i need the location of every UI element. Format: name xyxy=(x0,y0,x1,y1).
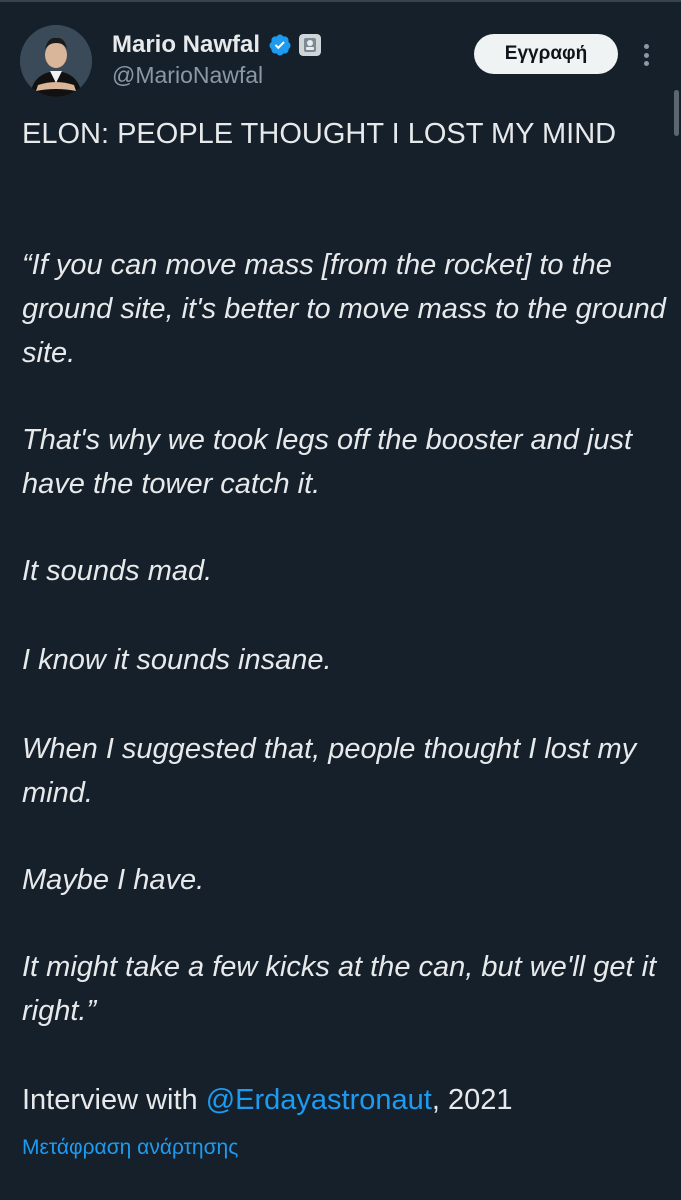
author-name[interactable]: Mario Nawfal xyxy=(112,31,260,59)
affiliate-badge-icon xyxy=(299,34,322,56)
tweet-header: Mario Nawfal @MarioNawfal Εγγραφή xyxy=(0,22,681,102)
avatar[interactable] xyxy=(20,25,92,97)
tweet-title: ELON: PEOPLE THOUGHT I LOST MY MIND xyxy=(22,118,617,150)
tweet-paragraph: When I suggested that, people thought I … xyxy=(22,733,637,809)
tweet-paragraph: I know it sounds insane. xyxy=(22,644,332,676)
credit-prefix: Interview with xyxy=(22,1084,206,1116)
tweet-paragraph: It sounds mad. xyxy=(22,555,213,587)
top-divider xyxy=(0,0,681,2)
mention-link[interactable]: @Erdayastronaut xyxy=(206,1084,432,1116)
subscribe-button[interactable]: Εγγραφή xyxy=(474,34,618,74)
tweet-paragraph: It might take a few kicks at the can, bu… xyxy=(22,951,657,1027)
translate-post-link[interactable]: Μετάφραση ανάρτησης xyxy=(22,1136,238,1160)
more-options-icon[interactable] xyxy=(636,40,656,70)
tweet-paragraph: Maybe I have. xyxy=(22,864,205,896)
tweet-credit: Interview with @Erdayastronaut, 2021 xyxy=(22,1078,512,1122)
scrollbar[interactable] xyxy=(674,90,679,136)
verified-badge-icon xyxy=(269,34,291,56)
author-handle[interactable]: @MarioNawfal xyxy=(112,62,263,89)
tweet-paragraph: “If you can move mass [from the rocket] … xyxy=(22,249,666,369)
tweet-paragraph: That's why we took legs off the booster … xyxy=(22,424,633,500)
credit-suffix: , 2021 xyxy=(431,1084,513,1116)
author-name-row: Mario Nawfal xyxy=(112,28,322,62)
